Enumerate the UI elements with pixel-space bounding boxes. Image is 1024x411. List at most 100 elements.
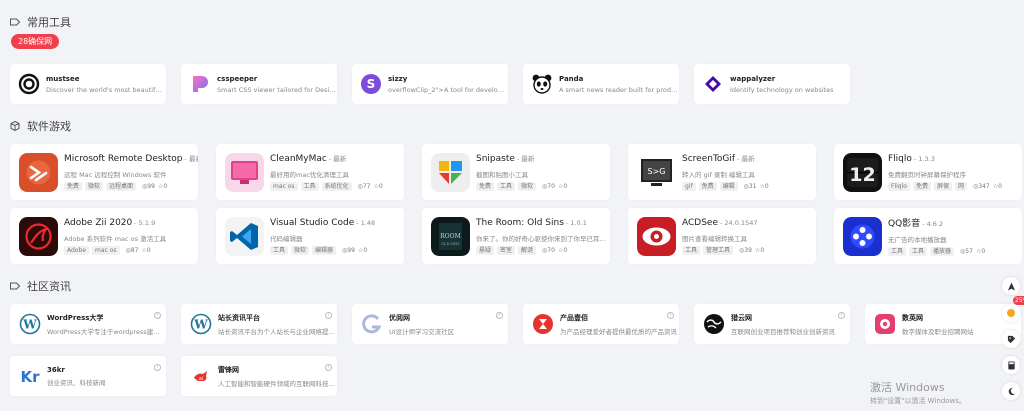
software-tag[interactable]: gif bbox=[682, 182, 696, 191]
acdsee-logo-icon bbox=[637, 216, 676, 256]
software-tag[interactable]: 编辑 bbox=[719, 182, 738, 191]
community-card[interactable]: Kr 36kr 创业资讯、科技新闻 i bbox=[10, 356, 166, 396]
software-tag[interactable]: 网 bbox=[954, 181, 967, 191]
navigate-icon[interactable] bbox=[1002, 277, 1020, 295]
software-tag[interactable]: Fliqlo bbox=[888, 181, 910, 191]
software-card[interactable]: Visual Studio Code - 1.48 代码编辑器 工具 微软 编辑器 ◎ 99 ☆… bbox=[216, 208, 404, 264]
wordpress-logo-icon: W bbox=[190, 313, 212, 335]
likes-count: 0 bbox=[146, 246, 151, 254]
info-icon[interactable]: i bbox=[325, 364, 332, 371]
tool-card-wappalyzer[interactable]: wappalyzer Identify technology on website… bbox=[694, 64, 850, 104]
community-card[interactable]: ai 雷锋网 人工智能和智能硬件领域的互联网科技媒体 i bbox=[181, 356, 337, 396]
community-card[interactable]: W 站长资讯平台 站长资讯平台为个人站长与企业网络提供资讯 i bbox=[181, 304, 337, 344]
community-card[interactable]: W WordPress大学 WordPress大学专注于wordpress建站教程 i bbox=[10, 304, 166, 344]
bookmark-tag-icon[interactable] bbox=[1002, 330, 1020, 348]
software-tag[interactable]: 微软 bbox=[85, 182, 104, 191]
software-tag[interactable]: 微软 bbox=[518, 182, 537, 191]
software-tag[interactable]: 管理工具 bbox=[703, 245, 734, 255]
software-tag[interactable]: 免费 bbox=[912, 181, 931, 191]
tool-desc: Discover the world's most beautiful Mac … bbox=[46, 85, 166, 94]
tool-card-text: Panda A smart news reader built for produ… bbox=[553, 75, 679, 94]
community-card[interactable]: 产品壹佰 为产品经理爱好者提供最优质的产品资讯 i bbox=[523, 304, 679, 344]
info-icon[interactable]: i bbox=[154, 364, 161, 371]
the-room-logo-icon: ROOM OLD SINS bbox=[431, 216, 470, 256]
calculator-icon[interactable] bbox=[1002, 356, 1020, 374]
software-tag[interactable]: 解谜 bbox=[518, 245, 537, 255]
community-desc: 为产品经理爱好者提供最优质的产品资讯 bbox=[560, 327, 677, 336]
software-card[interactable]: Snipaste - 最新 截图和贴图小工具 免费 工具 微软 ◎ 70 ☆ 0 bbox=[422, 144, 610, 200]
community-desc: 人工智能和智能硬件领域的互联网科技媒体 bbox=[218, 379, 337, 388]
tool-card-mustsee[interactable]: mustsee Discover the world's most beautif… bbox=[10, 64, 166, 104]
community-card[interactable]: 优阅网 UI设计师学习交流社区 i bbox=[352, 304, 508, 344]
software-card[interactable]: S>G ScreenToGif - 最新 转入的 gif 录制 编辑工具 gif 免费 编辑… bbox=[628, 144, 816, 200]
info-icon[interactable]: i bbox=[838, 312, 845, 319]
software-card[interactable]: 12 Fliqlo - 1.3.3 免费翻页时钟屏幕保护程序 Fliqlo 免费 屏保网 ◎ 3… bbox=[834, 144, 1022, 200]
software-card[interactable]: Microsoft Remote Desktop- 最新远程 Mac 远程控制 … bbox=[10, 144, 198, 200]
software-tag[interactable]: 工具 bbox=[497, 182, 516, 191]
software-tag[interactable]: 工具 bbox=[909, 247, 928, 256]
progress-indicator[interactable]: 25% bbox=[1002, 296, 1024, 322]
likes-count: 0 bbox=[563, 246, 568, 254]
tool-card-sizzy[interactable]: Ssizzy overflowClip_2">A tool for develop… bbox=[352, 64, 508, 104]
software-tag[interactable]: 远程桌面 bbox=[106, 182, 137, 191]
software-title: Snipaste - 最新 bbox=[476, 153, 610, 164]
software-tag[interactable]: 工具 bbox=[300, 182, 319, 191]
software-tag[interactable]: 免费 bbox=[64, 182, 83, 191]
info-icon[interactable]: i bbox=[154, 312, 161, 319]
software-name: ScreenToGif bbox=[682, 154, 736, 164]
community-card[interactable]: 猎云网 互联网创业项目推荐和创业创新资讯 i bbox=[694, 304, 850, 344]
software-tag[interactable]: 微软 bbox=[291, 245, 310, 255]
svg-text:ROOM: ROOM bbox=[440, 233, 461, 240]
fliqlo-logo-icon: 12 bbox=[843, 152, 882, 192]
tool-card-csspeeper[interactable]: csspeeper Smart CSS viewer tailored for D… bbox=[181, 64, 337, 104]
software-tag[interactable]: 系统优化 bbox=[321, 182, 352, 191]
software-tag[interactable]: 工具 bbox=[888, 247, 907, 256]
software-card-text: Snipaste - 最新 截图和贴图小工具 免费 工具 微软 ◎ 70 ☆ 0 bbox=[470, 153, 610, 191]
software-tag[interactable]: 密室 bbox=[497, 245, 516, 255]
info-icon[interactable]: i bbox=[325, 312, 332, 319]
tool-name: csspeeper bbox=[217, 74, 258, 83]
software-card[interactable]: QQ影音 - 4.6.2 无广告的本地播放器 工具 工具 播放器 ◎ 57 ☆ 0 bbox=[834, 208, 1022, 264]
36kr-logo-icon: Kr bbox=[19, 365, 41, 387]
section-tag-badge[interactable]: 28确保网 bbox=[11, 34, 60, 49]
software-tag[interactable]: 编辑器 bbox=[312, 245, 337, 255]
software-tag[interactable]: 悬疑 bbox=[476, 245, 495, 255]
software-title: CleanMyMac - 最新 bbox=[270, 153, 404, 164]
software-title: The Room: Old Sins - 1.0.1 bbox=[476, 218, 610, 228]
software-tag[interactable]: Adobe bbox=[64, 245, 89, 255]
software-card[interactable]: ACDSee - 24.0.1547 图片查看编辑转换工具 工具 管理工具 ◎ 39 ☆ 0 bbox=[628, 208, 816, 264]
software-name: The Room: Old Sins bbox=[476, 217, 564, 228]
community-card[interactable]: 数英网数字媒体及职业招聘网站i bbox=[865, 304, 1021, 344]
software-meta: 免费 微软 远程桌面 ◎ 99 ☆ 0 bbox=[64, 182, 198, 191]
community-name: 36kr bbox=[47, 365, 65, 374]
software-tag[interactable]: mac os bbox=[91, 245, 120, 255]
software-meta: 工具 微软 编辑器 ◎ 99 ☆ 0 bbox=[270, 245, 404, 255]
section-title-community: 社区资讯 bbox=[9, 278, 71, 294]
software-version: - 最新 bbox=[737, 155, 755, 163]
software-version: - 4.6.2 bbox=[922, 220, 944, 228]
software-version: - 最新 bbox=[328, 155, 347, 163]
software-meta: 悬疑 密室 解谜 ◎ 70 ☆ 0 bbox=[476, 245, 610, 255]
software-tag[interactable]: 免费 bbox=[698, 182, 717, 191]
software-card[interactable]: CleanMyMac - 最新 最好用的mac优化清理工具 mac os 工具 系统优化 ◎… bbox=[216, 144, 404, 200]
tool-card-panda[interactable]: Panda A smart news reader built for produ… bbox=[523, 64, 679, 104]
software-tag[interactable]: 播放器 bbox=[930, 247, 955, 256]
theme-toggle-icon[interactable] bbox=[1002, 382, 1020, 400]
watermark-line-2: 转到"设置"以激活 Windows。 bbox=[870, 397, 966, 405]
snipaste-logo-icon bbox=[431, 152, 470, 192]
software-tag[interactable]: 工具 bbox=[682, 245, 701, 255]
info-icon[interactable]: i bbox=[667, 312, 674, 319]
software-tag[interactable]: mac os bbox=[270, 182, 298, 191]
progress-badge: 25% bbox=[1013, 296, 1024, 305]
software-tag[interactable]: 屏保 bbox=[933, 181, 952, 191]
views-count: 99 bbox=[147, 183, 155, 190]
software-card[interactable]: ROOM OLD SINS The Room: Old Sins - 1.0.1 你来了… bbox=[422, 208, 610, 264]
software-tag[interactable]: 工具 bbox=[270, 245, 289, 255]
views-count: 99 bbox=[347, 246, 355, 254]
software-tag[interactable]: 免费 bbox=[476, 182, 495, 191]
info-icon[interactable]: i bbox=[496, 312, 503, 319]
wappalyzer-logo-icon bbox=[702, 73, 724, 95]
software-version: - 最新 bbox=[184, 155, 198, 163]
svg-text:ai: ai bbox=[199, 376, 203, 382]
software-card[interactable]: Adobe Zii 2020- 5.1.9 Adobe 系列软件 mac os 激… bbox=[10, 208, 198, 264]
